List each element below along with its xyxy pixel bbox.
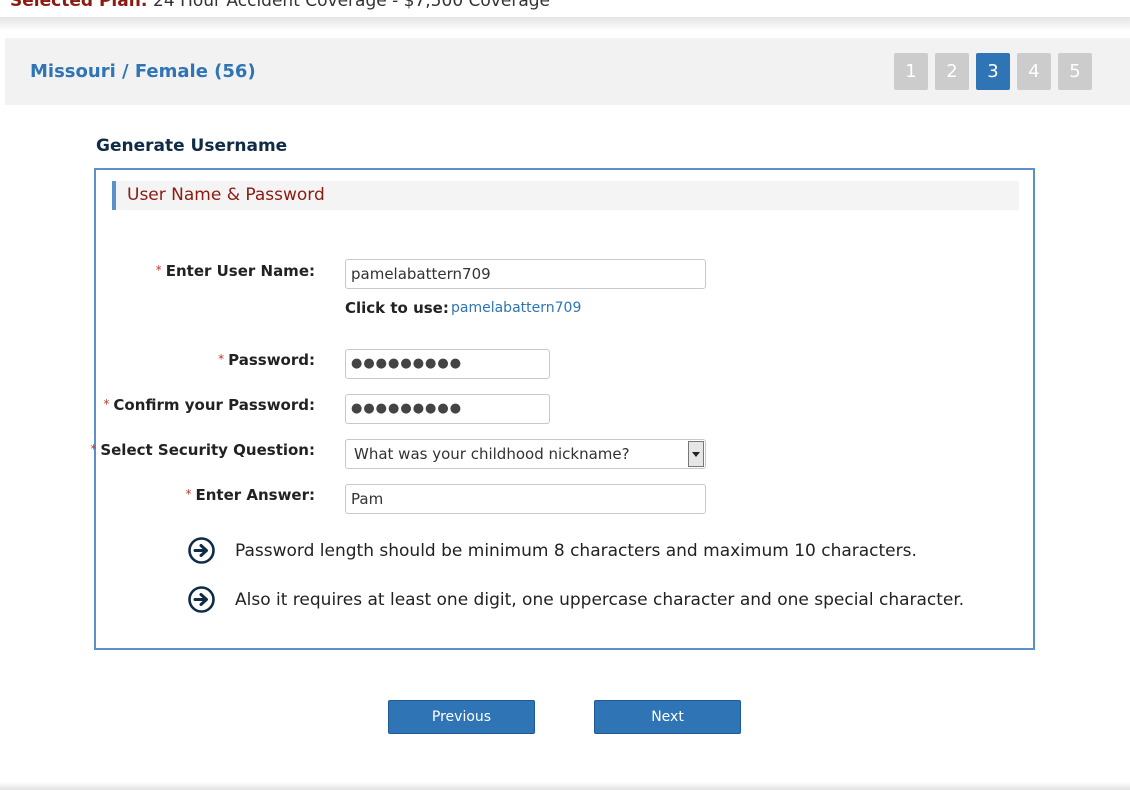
suggested-username-link[interactable]: pamelabattern709 [451, 300, 581, 316]
note-text: Password length should be minimum 8 char… [235, 540, 917, 561]
panel-title: User Name & Password [127, 185, 325, 205]
step-4[interactable]: 4 [1017, 53, 1051, 90]
header-bar: Missouri / Female (56) 1 2 3 4 5 [5, 38, 1130, 105]
chevron-down-icon[interactable] [688, 441, 704, 467]
region-title: Missouri / Female (56) [30, 61, 256, 82]
security-question-select[interactable]: What was your childhood nickname? [345, 439, 706, 469]
click-to-use-label: Click to use: [345, 299, 449, 317]
security-question-label: * Select Security Question: [90, 441, 315, 459]
confirm-password-label-text: Confirm your Password: [113, 396, 315, 414]
required-mark: * [90, 442, 97, 456]
answer-input[interactable]: Pam [345, 484, 706, 514]
password-label: * Password: [218, 351, 315, 369]
confirm-password-label: * Confirm your Password: [103, 396, 315, 414]
password-length-note: Password length should be minimum 8 char… [188, 537, 917, 564]
required-mark: * [218, 352, 225, 366]
selected-plan: Selected Plan: 24 Hour Accident Coverage… [10, 0, 550, 11]
selected-plan-label: Selected Plan: [10, 0, 148, 11]
required-mark: * [155, 263, 162, 277]
password-label-text: Password: [228, 351, 315, 369]
required-mark: * [185, 487, 192, 501]
password-complexity-note: Also it requires at least one digit, one… [188, 586, 964, 613]
next-button[interactable]: Next [594, 700, 741, 734]
required-mark: * [103, 397, 110, 411]
step-2[interactable]: 2 [935, 53, 969, 90]
section-title: Generate Username [96, 136, 288, 156]
previous-button[interactable]: Previous [388, 700, 535, 734]
selected-plan-value: 24 Hour Accident Coverage - $7,500 Cover… [147, 0, 550, 11]
username-label: * Enter User Name: [156, 262, 315, 280]
bottom-divider [0, 782, 1130, 790]
top-divider [0, 17, 1130, 31]
username-input[interactable]: pamelabattern709 [345, 259, 706, 289]
username-label-text: Enter User Name: [165, 262, 315, 280]
panel-header: User Name & Password [112, 181, 1019, 210]
answer-label-text: Enter Answer: [195, 486, 315, 504]
security-question-value: What was your childhood nickname? [354, 445, 630, 463]
confirm-password-input[interactable]: ●●●●●●●●● [345, 394, 550, 424]
step-3-active[interactable]: 3 [976, 53, 1010, 90]
step-1[interactable]: 1 [894, 53, 928, 90]
arrow-circle-right-icon [188, 537, 215, 564]
arrow-circle-right-icon [188, 586, 215, 613]
note-text: Also it requires at least one digit, one… [235, 589, 965, 610]
step-indicator: 1 2 3 4 5 [894, 53, 1092, 90]
step-5[interactable]: 5 [1058, 53, 1092, 90]
security-question-label-text: Select Security Question: [100, 441, 315, 459]
password-input[interactable]: ●●●●●●●●● [345, 349, 550, 379]
answer-label: * Enter Answer: [185, 486, 315, 504]
